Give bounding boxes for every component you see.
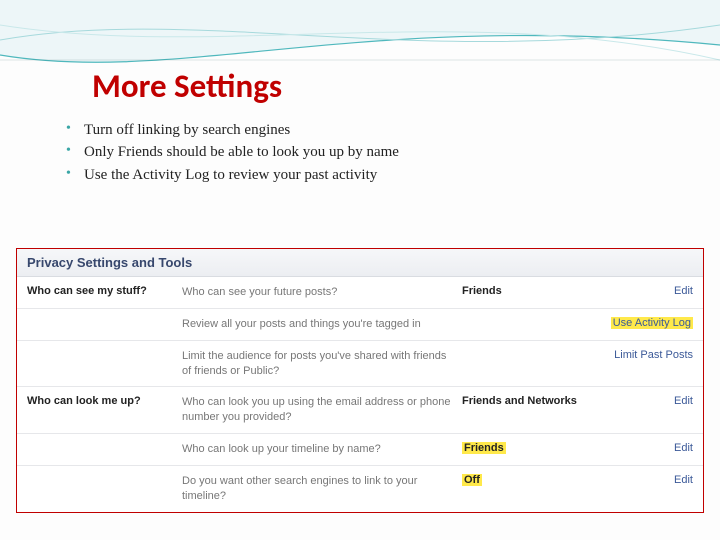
setting-description: Review all your posts and things you're … [182,317,462,332]
panel-body: Who can see my stuff?Who can see your fu… [17,277,703,512]
setting-description: Who can look up your timeline by name? [182,442,462,457]
setting-action-link[interactable]: Edit [592,285,693,297]
bullet-item: Use the Activity Log to review your past… [60,165,460,185]
setting-action-link[interactable]: Edit [592,474,693,486]
setting-value: Friends [462,442,592,454]
section-heading: Who can look me up? [27,395,182,407]
section-heading: Who can see my stuff? [27,285,182,297]
settings-row: Who can look up your timeline by name?Fr… [17,433,703,465]
settings-row: Limit the audience for posts you've shar… [17,340,703,387]
setting-action-link[interactable]: Edit [592,442,693,454]
setting-description: Do you want other search engines to link… [182,474,462,504]
bullet-list: Turn off linking by search engines Only … [60,120,460,187]
setting-description: Who can look you up using the email addr… [182,395,462,425]
setting-description: Limit the audience for posts you've shar… [182,349,462,379]
bullet-item: Only Friends should be able to look you … [60,142,460,162]
bullet-item: Turn off linking by search engines [60,120,460,140]
setting-value: Friends [462,285,592,297]
setting-value: Friends and Networks [462,395,592,407]
panel-header: Privacy Settings and Tools [17,249,703,277]
slide-title: More Settings [92,66,282,106]
setting-description: Who can see your future posts? [182,285,462,300]
setting-action-link[interactable]: Edit [592,395,693,407]
settings-row: Do you want other search engines to link… [17,465,703,512]
privacy-panel: Privacy Settings and Tools Who can see m… [16,248,704,513]
settings-row: Review all your posts and things you're … [17,308,703,340]
setting-action-link[interactable]: Use Activity Log [592,317,693,329]
settings-row: Who can look me up?Who can look you up u… [17,386,703,433]
settings-row: Who can see my stuff?Who can see your fu… [17,277,703,308]
setting-value: Off [462,474,592,486]
setting-action-link[interactable]: Limit Past Posts [592,349,693,361]
